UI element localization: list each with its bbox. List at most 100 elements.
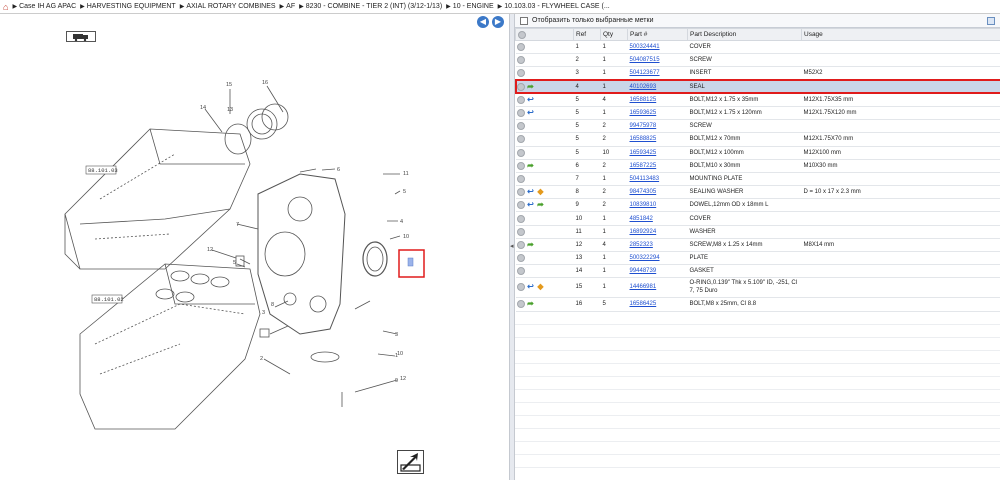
row-select-icon[interactable] [516,240,525,249]
table-row[interactable]: ↩ 5 1 16593625 BOLT,M12 x 1.75 x 120mm M12X1.… [515,106,1000,121]
header-usage[interactable]: Usage [801,28,1000,41]
green-arrow-icon[interactable]: ➦ [527,300,535,308]
table-row[interactable]: 7 1 504113483 MOUNTING PLATE [515,172,1000,187]
callout-label[interactable]: 3 [395,332,398,338]
callout-label[interactable]: 16 [262,80,268,86]
part-number-link[interactable]: 40102693 [630,84,657,90]
table-row[interactable]: 5 2 99475978 SCREW [515,119,1000,134]
blue-return-icon[interactable]: ↩ [527,109,535,117]
callout-label[interactable]: 9 [395,378,398,384]
green-arrow-icon[interactable]: ➦ [537,201,545,209]
callout-label[interactable]: 3 [262,310,265,316]
callout-label[interactable]: 15 [226,82,232,88]
breadcrumb-item[interactable]: Case IH AG APAC [19,3,76,10]
exploded-view-diagram[interactable]: 15 1614 13611541012782319531012 88.101.03 … [0,14,509,480]
header-qty[interactable]: Qty [600,28,628,41]
row-select-icon[interactable] [516,148,525,157]
table-row[interactable]: 5 2 16588825 BOLT,M12 x 70mm M12X1.75X70 mm [515,132,1000,147]
blue-return-icon[interactable]: ↩ [527,188,535,196]
green-arrow-icon[interactable]: ➦ [527,240,535,249]
row-select-icon[interactable] [516,122,525,131]
row-select-icon[interactable] [516,69,525,78]
callout-label[interactable]: 6 [337,167,340,173]
row-select-icon[interactable] [516,43,525,52]
part-number-link[interactable]: 16892924 [630,229,657,235]
blue-return-icon[interactable]: ↩ [527,283,535,291]
row-select-icon[interactable] [516,174,525,183]
filter-options-icon[interactable] [987,17,995,25]
orange-bag-icon[interactable]: ◆ [537,188,545,196]
part-number-link[interactable]: 10839810 [630,202,657,208]
table-row[interactable]: ↩ ◆ 15 1 14466981 O-RING,0.139" Thk x 5.109" … [515,277,1000,299]
blue-return-icon[interactable]: ↩ [527,201,535,209]
table-row[interactable]: ↩ ➦ 9 2 10839810 DOWEL,12mm OD x 18mm L [515,198,1000,213]
part-number-link[interactable]: 16593425 [630,150,657,156]
part-number-link[interactable]: 504113483 [630,176,660,182]
row-select-icon[interactable] [516,283,525,292]
diagram-pane[interactable]: ◀ ▶ 15 16 14 13 6 11 5 4 10 12 7 8 2 3 1… [0,14,509,480]
breadcrumb-item[interactable]: 10 - ENGINE [453,3,494,10]
table-row[interactable]: 5 10 16593425 BOLT,M12 x 100mm M12X100 mm [515,146,1000,160]
header-select-icon[interactable] [515,28,574,41]
part-number-link[interactable]: 98474305 [630,189,657,195]
row-select-icon[interactable] [516,300,525,309]
part-number-link[interactable]: 500324441 [630,44,660,50]
table-row[interactable]: 10 1 4851842 COVER [515,211,1000,226]
part-number-link[interactable]: 504087515 [630,57,660,63]
blue-return-icon[interactable]: ↩ [527,95,535,104]
row-select-icon[interactable] [516,267,525,276]
table-row[interactable]: 1 1 500324441 COVER [515,40,1000,55]
part-number-link[interactable]: 2852323 [630,242,653,248]
part-number-link[interactable]: 16593625 [630,110,657,116]
breadcrumb-item[interactable]: 10.103.03 - FLYWHEEL CASE (... [504,3,609,10]
callout-label[interactable]: 10 [397,351,403,357]
table-row[interactable]: 2 1 504087515 SCREW [515,53,1000,68]
table-row[interactable]: 3 1 504123677 INSERT M52X2 [515,66,1000,81]
callout-label[interactable]: 11 [403,171,409,177]
header-part-description[interactable]: Part Description [687,28,802,41]
collapse-arrow-icon[interactable]: ◂ [510,242,514,252]
callout-label[interactable]: 5 [403,189,406,195]
row-select-icon[interactable] [516,82,525,91]
home-icon[interactable]: ⌂ [3,2,8,12]
table-row[interactable]: ➦ 6 2 16587225 BOLT,M10 x 30mm M10X30 mm [515,159,1000,173]
green-arrow-icon[interactable]: ➦ [527,82,535,91]
orange-bag-icon[interactable]: ◆ [537,283,545,291]
breadcrumb-item[interactable]: 8230 - COMBINE - TIER 2 (INT) (3/12-1/13… [306,3,442,10]
callout-label[interactable]: 8 [271,302,274,308]
callout-label[interactable]: 2 [260,356,263,362]
header-ref[interactable]: Ref [573,28,601,41]
callout-label[interactable]: 5 [233,260,236,266]
breadcrumb-item[interactable]: AF [286,3,295,10]
callout-label[interactable]: 13 [227,107,233,113]
callout-label[interactable]: 14 [200,105,206,111]
row-select-icon[interactable] [516,201,525,210]
part-number-link[interactable]: 500322294 [630,255,660,261]
table-row[interactable]: ↩ 5 4 16588125 BOLT,M12 x 1.75 x 35mm M12X1.7… [515,93,1000,107]
row-select-icon[interactable] [516,214,525,223]
part-number-link[interactable]: 16588125 [630,97,657,103]
part-number-link[interactable]: 16588825 [630,136,657,142]
row-select-icon[interactable] [516,135,525,144]
callout-label[interactable]: 12 [400,376,406,382]
part-number-link[interactable]: 14466981 [630,284,657,290]
callout-label[interactable]: 10 [403,234,409,240]
selected-callout-marker[interactable] [407,257,414,267]
breadcrumb-item[interactable]: HARVESTING EQUIPMENT [87,3,176,10]
row-select-icon[interactable] [516,161,525,170]
row-select-icon[interactable] [516,188,525,197]
row-select-icon[interactable] [516,227,525,236]
green-arrow-icon[interactable]: ➦ [527,161,535,170]
callout-label[interactable]: 4 [400,219,403,225]
row-select-icon[interactable] [516,254,525,263]
expand-icon[interactable] [397,450,424,474]
part-number-link[interactable]: 16587225 [630,163,657,169]
table-row[interactable]: 14 1 99448739 GASKET [515,264,1000,279]
callout-label[interactable]: 12 [207,247,213,253]
table-row[interactable]: ➦ 4 1 40102693 SEAL [515,79,1000,95]
breadcrumb-item[interactable]: AXIAL ROTARY COMBINES [186,3,275,10]
table-row[interactable]: ➦ 12 4 2852323 SCREW,M8 x 1.25 x 14mm M8X14 m… [515,238,1000,253]
part-number-link[interactable]: 4851842 [630,216,653,222]
table-row[interactable]: 11 1 16892924 WASHER [515,225,1000,239]
table-row[interactable]: ↩ ◆ 8 2 98474305 SEALING WASHER D = 10 x 17 x … [515,185,1000,200]
